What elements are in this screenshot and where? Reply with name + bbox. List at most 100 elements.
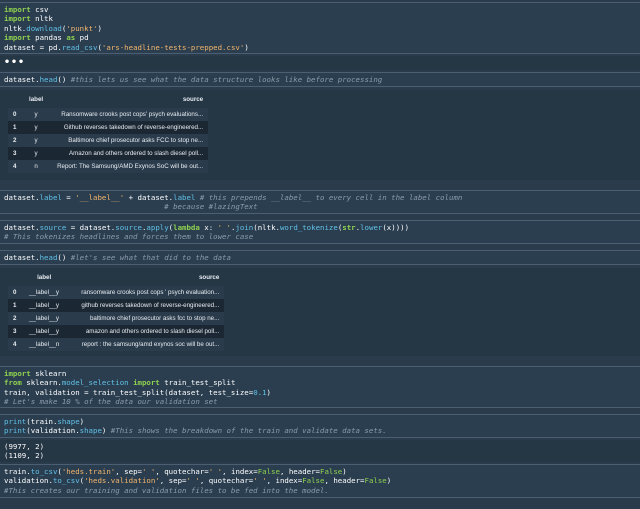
function-name: print — [4, 426, 27, 436]
code-text: () — [57, 253, 67, 262]
source-cell: Amazon and others ordered to slash diese… — [48, 147, 209, 160]
code-line: print(train.shape) — [4, 417, 636, 426]
label-cell: __label__n — [24, 338, 65, 351]
number-literal: 0.1 — [253, 387, 267, 397]
string-literal: ' ' — [253, 476, 267, 486]
code-text: ) — [97, 23, 102, 33]
code-line: validation.to_csv('heds.validation', sep… — [4, 476, 636, 485]
collapsed-output[interactable]: ••• — [0, 56, 640, 70]
code-text: validation. — [4, 476, 53, 486]
code-cell-prepend-label[interactable]: dataset.label = '__label__' + dataset.la… — [0, 190, 640, 214]
code-line: import nltk — [4, 14, 636, 23]
code-text: sklearn. — [21, 378, 62, 388]
attribute-name: source — [115, 223, 142, 232]
attribute-name: shape — [79, 426, 102, 436]
code-text: = — [61, 193, 76, 202]
code-text: , header= — [279, 467, 320, 476]
code-cell-split[interactable]: import sklearn from sklearn.model_select… — [0, 366, 640, 408]
table-row: 2 __label__y baltimore chief prosecutor as… — [8, 312, 225, 325]
table-row: 4 n Report: The Samsung/AMD Exynos SoC wil… — [8, 160, 209, 173]
code-cell-shape[interactable]: print(train.shape) print(validation.shap… — [0, 414, 640, 438]
string-literal: 'ars-headline-tests-prepped.csv' — [101, 42, 245, 52]
code-text: , sep= — [115, 467, 142, 476]
string-literal: 'punkt' — [66, 23, 98, 33]
code-cell-to-csv[interactable]: train.to_csv('heds.train', sep=' ', quot… — [0, 464, 640, 498]
row-index: 1 — [8, 299, 24, 312]
code-text: + dataset. — [124, 193, 174, 202]
code-text: train. — [4, 467, 31, 476]
code-line: train.to_csv('heds.train', sep=' ', quot… — [4, 467, 636, 476]
string-literal: 'heds.train' — [61, 467, 116, 476]
code-text: nltk — [30, 14, 53, 24]
code-text: (train. — [26, 417, 58, 426]
module-name: model_selection — [61, 378, 129, 388]
string-literal: ' ' — [186, 476, 200, 486]
code-text: dataset. — [4, 253, 40, 262]
code-cell-imports[interactable]: import csv import nltk nltk.download('pu… — [0, 2, 640, 54]
code-line: train, validation = train_test_split(dat… — [4, 388, 636, 397]
keyword: lambda — [173, 223, 200, 232]
code-cell-head[interactable]: dataset.head() #this lets us see what th… — [0, 72, 640, 87]
source-cell: baltimore chief prosecutor asks fcc to s… — [64, 312, 225, 325]
code-text: pd — [75, 33, 89, 43]
label-cell: y — [24, 147, 49, 160]
code-cell-head-2[interactable]: dataset.head() #let's see what that did … — [0, 250, 640, 265]
source-cell: Github reverses takedown of reverse-engi… — [48, 121, 209, 134]
code-cell-tokenize[interactable]: dataset.source = dataset.source.apply(la… — [0, 220, 640, 244]
row-index: 3 — [8, 147, 24, 160]
code-line: import pandas as pd — [4, 33, 636, 42]
code-text: ) — [244, 42, 249, 52]
code-line: print(validation.shape) #This shows the … — [4, 426, 636, 435]
dataframe-output-1: label source 0 y Ransomware crooks post co… — [0, 90, 640, 180]
function-name: to_csv — [52, 476, 80, 486]
code-text: train_test_split — [159, 378, 236, 388]
code-text: train, validation = train_test_split(dat… — [4, 387, 254, 397]
code-text: dataset. — [4, 75, 40, 84]
code-text: nltk. — [4, 23, 27, 33]
dataframe-table: label source 0 __label__y ransomware crook… — [8, 270, 225, 351]
label-cell: y — [24, 108, 49, 121]
output-line: (1109, 2) — [4, 451, 45, 461]
table-row: 0 y Ransomware crooks post cops' psych eva… — [8, 108, 209, 121]
source-cell: Report: The Samsung/AMD Exynos SoC will … — [48, 160, 209, 173]
label-cell: __label__y — [24, 325, 65, 338]
code-text: , sep= — [159, 476, 187, 486]
code-text: ) — [266, 387, 271, 397]
table-row: 4 __label__n report : the samsung/amd exyn… — [8, 338, 225, 351]
attribute-name: source — [39, 223, 67, 232]
source-cell: ransomware crooks post cops ' psych eval… — [64, 286, 225, 299]
string-literal: ' ' — [208, 467, 223, 476]
function-name: download — [26, 23, 62, 33]
column-header-source: source — [182, 96, 204, 104]
code-line: import csv — [4, 5, 636, 14]
string-literal: ' ' — [141, 467, 156, 476]
row-index: 3 — [8, 325, 24, 338]
function-name: head — [39, 253, 58, 262]
code-comment: # Let's make 10 % of the data our valida… — [4, 397, 218, 407]
function-name: to_csv — [30, 467, 58, 476]
collapsed-ellipsis[interactable]: ••• — [4, 58, 636, 67]
index-header — [8, 270, 24, 286]
code-text: , quotechar= — [199, 476, 254, 486]
code-line: dataset.label = '__label__' + dataset.la… — [4, 193, 636, 202]
code-line: from sklearn.model_selection import trai… — [4, 378, 636, 387]
code-text: , index= — [222, 467, 258, 476]
boolean-literal: False — [302, 476, 325, 486]
code-line: nltk.download('punkt') — [4, 24, 636, 33]
boolean-literal: False — [257, 467, 280, 476]
keyword: import — [4, 33, 31, 43]
table-header-row: label source — [8, 92, 208, 108]
source-cell: Baltimore chief prosecutor asks FCC to s… — [48, 134, 209, 147]
code-comment: # This tokenizes headlines and forces th… — [4, 232, 254, 242]
code-comment: #this lets us see what the data structur… — [66, 75, 383, 84]
row-index: 2 — [8, 134, 24, 147]
index-header — [8, 92, 24, 108]
code-line: dataset.head() #let's see what that did … — [4, 253, 636, 262]
code-text: dataset. — [4, 223, 40, 232]
row-index: 4 — [8, 338, 24, 351]
code-text: (nltk. — [253, 223, 280, 232]
label-cell: __label__y — [24, 312, 65, 325]
label-cell: n — [24, 160, 49, 173]
source-cell: github reverses takedown of reverse-engi… — [64, 299, 225, 312]
function-name: word_tokenize — [279, 223, 338, 232]
